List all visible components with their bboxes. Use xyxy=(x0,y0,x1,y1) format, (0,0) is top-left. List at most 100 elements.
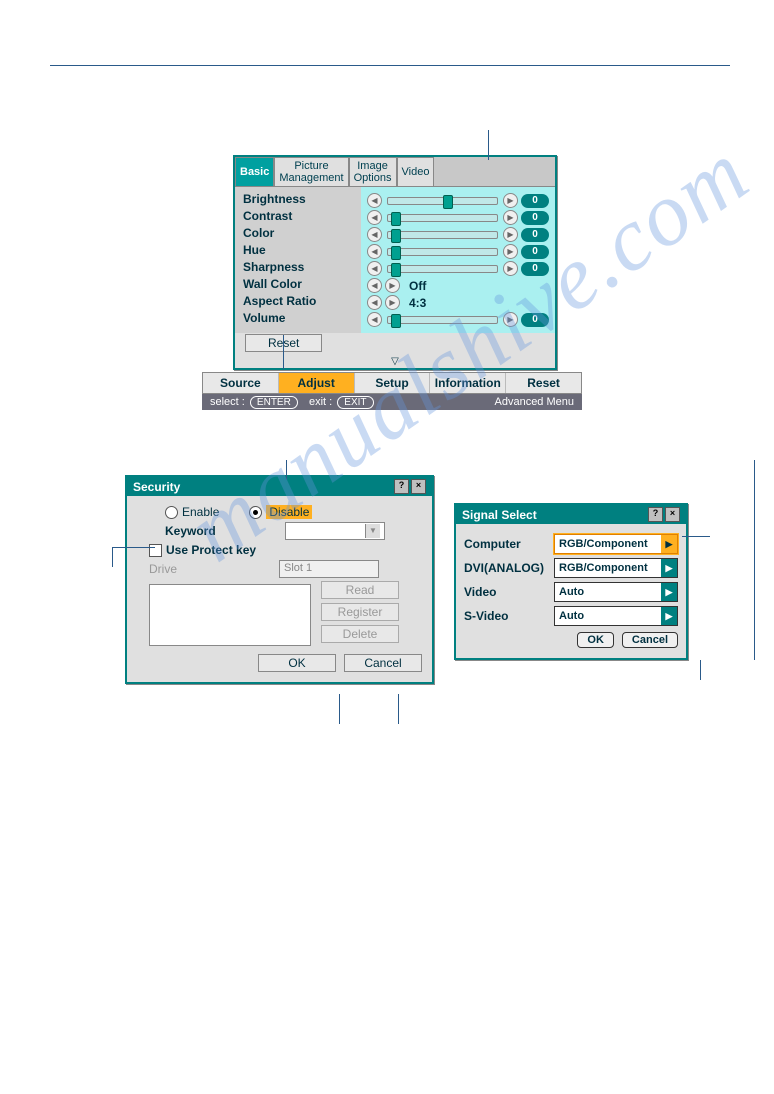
value-hue: 0 xyxy=(521,245,549,259)
combo-video-value: Auto xyxy=(555,586,661,598)
keyword-label: Keyword xyxy=(165,524,285,538)
signal-title: Signal Select xyxy=(462,508,537,522)
triangle-left-icon[interactable]: ◀ xyxy=(367,227,382,242)
value-contrast: 0 xyxy=(521,211,549,225)
signal-select-window: Signal Select ? × Computer RGB/Component… xyxy=(454,503,688,660)
tab-video[interactable]: Video xyxy=(397,157,435,187)
close-icon[interactable]: × xyxy=(411,479,426,494)
key-listbox[interactable] xyxy=(149,584,311,646)
triangle-left-icon[interactable]: ◀ xyxy=(367,295,382,310)
label-wallcolor: Wall Color xyxy=(243,277,353,294)
ok-button[interactable]: OK xyxy=(258,654,336,672)
slider-sharpness[interactable]: ◀ ▶ 0 xyxy=(367,260,549,277)
adjust-labels: Brightness Contrast Color Hue Sharpness … xyxy=(235,187,361,333)
header-rule xyxy=(50,65,730,66)
menu-reset[interactable]: Reset xyxy=(506,373,581,393)
slider-hue[interactable]: ◀ ▶ 0 xyxy=(367,243,549,260)
tab-basic[interactable]: Basic xyxy=(235,157,274,187)
value-volume: 0 xyxy=(521,313,549,327)
label-hue: Hue xyxy=(243,243,353,260)
radio-enable[interactable] xyxy=(165,506,178,519)
triangle-left-icon[interactable]: ◀ xyxy=(367,261,382,276)
adjust-controls: ◀ ▶ 0 ◀ ▶ 0 ◀ ▶ 0 ◀ ▶ 0 xyxy=(361,187,555,333)
label-brightness: Brightness xyxy=(243,192,353,209)
callout-line xyxy=(398,694,399,724)
menu-setup[interactable]: Setup xyxy=(355,373,431,393)
status-exit: exit : xyxy=(309,396,332,408)
value-brightness: 0 xyxy=(521,194,549,208)
triangle-right-icon[interactable]: ▶ xyxy=(503,227,518,242)
slider-contrast[interactable]: ◀ ▶ 0 xyxy=(367,209,549,226)
tab-image-options[interactable]: Image Options xyxy=(349,157,397,187)
checkbox-protect-key[interactable] xyxy=(149,544,162,557)
drive-label: Drive xyxy=(149,562,279,576)
delete-button: Delete xyxy=(321,625,399,643)
exit-pill: EXIT xyxy=(337,396,373,409)
triangle-right-icon[interactable]: ▶ xyxy=(385,295,400,310)
triangle-left-icon[interactable]: ◀ xyxy=(367,244,382,259)
triangle-left-icon[interactable]: ◀ xyxy=(367,210,382,225)
signal-video-label: Video xyxy=(464,585,554,599)
signal-dvi-label: DVI(ANALOG) xyxy=(464,561,554,575)
label-volume: Volume xyxy=(243,311,353,328)
combo-computer[interactable]: RGB/Component ▶ xyxy=(554,534,678,554)
register-button: Register xyxy=(321,603,399,621)
radio-disable[interactable] xyxy=(249,506,262,519)
triangle-right-icon[interactable]: ▶ xyxy=(661,607,677,625)
signal-computer-label: Computer xyxy=(464,537,554,551)
security-title: Security xyxy=(133,480,180,494)
protect-key-label: Use Protect key xyxy=(166,543,256,557)
keyword-field[interactable]: ▼ xyxy=(285,522,385,540)
main-menubar: Source Adjust Setup Information Reset se… xyxy=(202,372,582,410)
cancel-button[interactable]: Cancel xyxy=(622,632,678,648)
slider-volume[interactable]: ◀ ▶ 0 xyxy=(367,311,549,328)
option-aspect[interactable]: ◀ ▶ 4:3 xyxy=(367,294,549,311)
label-sharpness: Sharpness xyxy=(243,260,353,277)
combo-dvi[interactable]: RGB/Component ▶ xyxy=(554,558,678,578)
value-aspect: 4:3 xyxy=(403,296,426,310)
label-aspect: Aspect Ratio xyxy=(243,294,353,311)
menu-source[interactable]: Source xyxy=(203,373,279,393)
triangle-right-icon[interactable]: ▶ xyxy=(385,278,400,293)
close-icon[interactable]: × xyxy=(665,507,680,522)
security-window: Security ? × Enable Disable Keyword ▼ Us… xyxy=(125,475,434,684)
callout-line xyxy=(112,547,113,567)
triangle-right-icon[interactable]: ▶ xyxy=(503,312,518,327)
callout-line xyxy=(754,460,755,660)
callout-line xyxy=(339,694,340,724)
menu-information[interactable]: Information xyxy=(430,373,506,393)
triangle-right-icon[interactable]: ▶ xyxy=(661,535,677,553)
triangle-right-icon[interactable]: ▶ xyxy=(503,244,518,259)
tab-picture-management[interactable]: Picture Management xyxy=(274,157,348,187)
slider-brightness[interactable]: ◀ ▶ 0 xyxy=(367,192,549,209)
slider-color[interactable]: ◀ ▶ 0 xyxy=(367,226,549,243)
ok-button[interactable]: OK xyxy=(577,632,614,648)
radio-disable-label: Disable xyxy=(266,505,312,519)
triangle-right-icon[interactable]: ▶ xyxy=(503,210,518,225)
triangle-right-icon[interactable]: ▶ xyxy=(503,261,518,276)
callout-line xyxy=(283,335,284,369)
enter-pill: ENTER xyxy=(250,396,298,409)
label-contrast: Contrast xyxy=(243,209,353,226)
triangle-left-icon[interactable]: ◀ xyxy=(367,278,382,293)
chevron-down-icon[interactable]: ▼ xyxy=(365,524,380,538)
adjust-tabs: Basic Picture Management Image Options V… xyxy=(235,157,555,187)
callout-line xyxy=(700,660,701,680)
help-icon[interactable]: ? xyxy=(648,507,663,522)
security-titlebar: Security ? × xyxy=(127,477,432,496)
triangle-right-icon[interactable]: ▶ xyxy=(503,193,518,208)
triangle-right-icon[interactable]: ▶ xyxy=(661,559,677,577)
triangle-left-icon[interactable]: ◀ xyxy=(367,193,382,208)
triangle-right-icon[interactable]: ▶ xyxy=(661,583,677,601)
menu-adjust[interactable]: Adjust xyxy=(279,373,355,393)
callout-line xyxy=(112,547,155,548)
cancel-button[interactable]: Cancel xyxy=(344,654,422,672)
option-wallcolor[interactable]: ◀ ▶ Off xyxy=(367,277,549,294)
label-color: Color xyxy=(243,226,353,243)
adjust-window: Basic Picture Management Image Options V… xyxy=(233,155,557,370)
triangle-left-icon[interactable]: ◀ xyxy=(367,312,382,327)
combo-video[interactable]: Auto ▶ xyxy=(554,582,678,602)
help-icon[interactable]: ? xyxy=(394,479,409,494)
value-wallcolor: Off xyxy=(403,279,426,293)
combo-svideo[interactable]: Auto ▶ xyxy=(554,606,678,626)
